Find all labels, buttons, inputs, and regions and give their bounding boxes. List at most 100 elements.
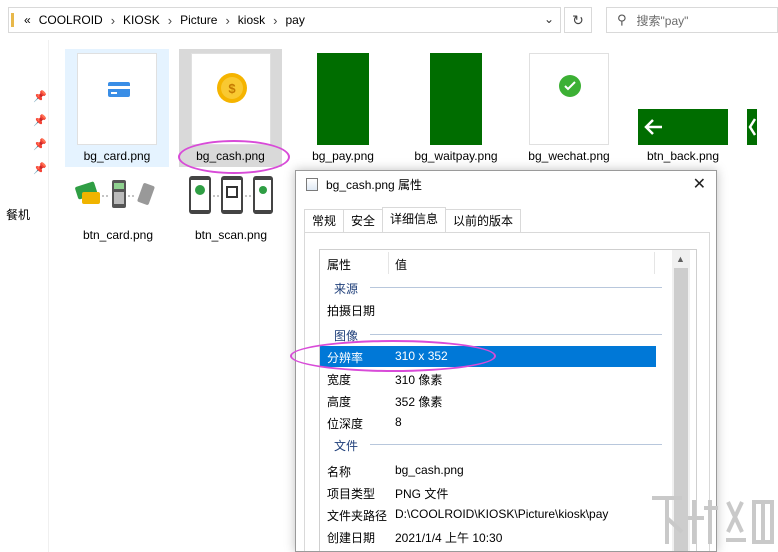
file-item-bg-wechat[interactable]: bg_wechat.png [519, 49, 619, 163]
property-row-name[interactable]: 名称 bg_cash.png [320, 460, 656, 481]
file-thumbnail [185, 170, 277, 220]
file-item-bg-pay[interactable]: bg_pay.png [293, 49, 393, 163]
breadcrumb-kiosk[interactable]: kiosk [238, 13, 265, 27]
search-placeholder: 搜索"pay" [636, 13, 689, 28]
file-name: bg_card.png [83, 149, 151, 163]
pin-icon[interactable]: 📌 [33, 162, 47, 175]
annotation-ellipse-resolution [290, 340, 496, 372]
breadcrumb-separator[interactable]: › [273, 13, 277, 28]
pin-icon[interactable]: 📌 [33, 90, 47, 103]
file-name: btn_card.png [82, 228, 154, 242]
refresh-button[interactable]: ↻ [564, 7, 592, 33]
property-row-date-taken[interactable]: 拍摄日期 [320, 299, 656, 320]
breadcrumb-pay[interactable]: pay [285, 13, 304, 27]
pane-divider [48, 40, 49, 552]
file-name: btn_scan.png [194, 228, 268, 242]
property-key: 高度 [327, 395, 352, 409]
property-key: 创建日期 [327, 531, 376, 545]
property-value: 8 [395, 415, 402, 429]
navigation-pane: 📌 📌 📌 📌 餐机 [0, 40, 48, 552]
file-thumbnail-partial[interactable] [747, 109, 757, 145]
file-item-btn-card[interactable]: btn_card.png [68, 170, 168, 242]
close-button[interactable]: ✕ [693, 174, 706, 194]
file-thumbnail [72, 170, 164, 220]
column-header-property[interactable]: 属性 [327, 256, 351, 273]
breadcrumb-coolroid[interactable]: COOLROID [39, 13, 103, 27]
dialog-title-bar[interactable]: bg_cash.png 属性 ✕ [296, 171, 716, 197]
file-name: bg_wechat.png [528, 149, 610, 163]
tab-previous-versions[interactable]: 以前的版本 [445, 209, 522, 232]
property-row-item-type[interactable]: 项目类型 PNG 文件 [320, 482, 656, 503]
property-value: 310 像素 [395, 373, 443, 387]
tab-details[interactable]: 详细信息 [382, 207, 447, 232]
file-item-btn-back[interactable]: btn_back.png [633, 49, 733, 163]
property-key: 宽度 [327, 373, 352, 387]
file-item-bg-waitpay[interactable]: bg_waitpay.png [406, 49, 506, 163]
site-logo-icon [652, 496, 774, 544]
dialog-tabs: 常规 安全 详细信息 以前的版本 [304, 207, 522, 232]
arrow-left-icon [748, 118, 757, 136]
file-item-btn-scan[interactable]: btn_scan.png [181, 170, 281, 242]
tab-security[interactable]: 安全 [343, 209, 384, 232]
property-row-folder-path[interactable]: 文件夹路径 D:\COOLROID\KIOSK\Picture\kiosk\pa… [320, 504, 656, 525]
property-key: 项目类型 [327, 487, 376, 501]
annotation-ellipse-file [178, 140, 290, 174]
group-source: 来源 [334, 282, 359, 296]
dialog-title: bg_cash.png 属性 [326, 177, 423, 192]
column-header-value[interactable]: 值 [395, 256, 407, 273]
property-row-height[interactable]: 高度 352 像素 [320, 390, 656, 411]
file-thumbnail [638, 109, 728, 145]
scroll-up-icon[interactable]: ▲ [676, 254, 685, 264]
arrow-left-icon [644, 119, 662, 135]
breadcrumb-overflow[interactable]: « [24, 13, 31, 27]
nav-item-label[interactable]: 餐机 [6, 206, 30, 223]
group-divider [370, 444, 662, 445]
property-value: 352 像素 [395, 395, 443, 409]
property-row-created[interactable]: 创建日期 2021/1/4 上午 10:30 [320, 526, 656, 547]
pin-icon[interactable]: 📌 [33, 114, 47, 127]
list-header: 属性 值 [320, 250, 696, 276]
scan-payment-icon [189, 176, 273, 214]
file-thumbnail [430, 53, 482, 145]
property-value: PNG 文件 [395, 487, 449, 501]
search-input[interactable]: ⚲ 搜索"pay" [606, 7, 778, 33]
breadcrumb-separator[interactable]: › [168, 13, 172, 28]
group-file: 文件 [334, 439, 359, 453]
chevron-down-icon[interactable]: ⌄ [544, 12, 554, 26]
breadcrumb-separator[interactable]: › [225, 13, 229, 28]
file-name: bg_waitpay.png [414, 149, 498, 163]
property-list[interactable]: 属性 值 来源 拍摄日期 图像 分辨率 310 x 352 宽度 310 像素 [319, 249, 697, 551]
group-divider [370, 334, 662, 335]
folder-icon [11, 13, 14, 27]
address-bar: « COOLROID › KIOSK › Picture › kiosk › p… [0, 0, 778, 40]
property-value: D:\COOLROID\KIOSK\Picture\kiosk\pay [395, 507, 609, 521]
column-divider[interactable] [654, 252, 655, 274]
file-thumbnail [317, 53, 369, 145]
refresh-icon: ↻ [572, 11, 584, 28]
file-item-bg-card[interactable]: bg_card.png [65, 49, 169, 167]
property-row-bit-depth[interactable]: 位深度 8 [320, 412, 656, 433]
property-key: 名称 [327, 465, 352, 479]
property-value: bg_cash.png [395, 463, 464, 477]
breadcrumb-picture[interactable]: Picture [180, 13, 217, 27]
property-value: 2021/1/4 上午 10:30 [395, 531, 503, 545]
address-breadcrumb[interactable]: « COOLROID › KIOSK › Picture › kiosk › p… [8, 7, 561, 33]
file-name: btn_back.png [646, 149, 720, 163]
breadcrumb-kiosk-upper[interactable]: KIOSK [123, 13, 160, 27]
property-key: 文件夹路径 [327, 509, 388, 523]
breadcrumb-separator[interactable]: › [111, 13, 115, 28]
file-name: bg_pay.png [312, 149, 374, 163]
watermark-logo [642, 488, 778, 552]
wechat-icon [559, 75, 581, 97]
svg-text:$: $ [228, 81, 236, 96]
tab-general[interactable]: 常规 [304, 209, 345, 232]
property-key: 位深度 [327, 417, 364, 431]
group-divider [370, 287, 662, 288]
file-icon [306, 177, 318, 191]
pin-icon[interactable]: 📌 [33, 138, 47, 151]
file-thumbnail [529, 53, 609, 145]
column-divider[interactable] [388, 252, 389, 274]
credit-card-icon [108, 82, 130, 97]
file-thumbnail: $ [190, 53, 271, 145]
property-key: 拍摄日期 [327, 304, 376, 318]
